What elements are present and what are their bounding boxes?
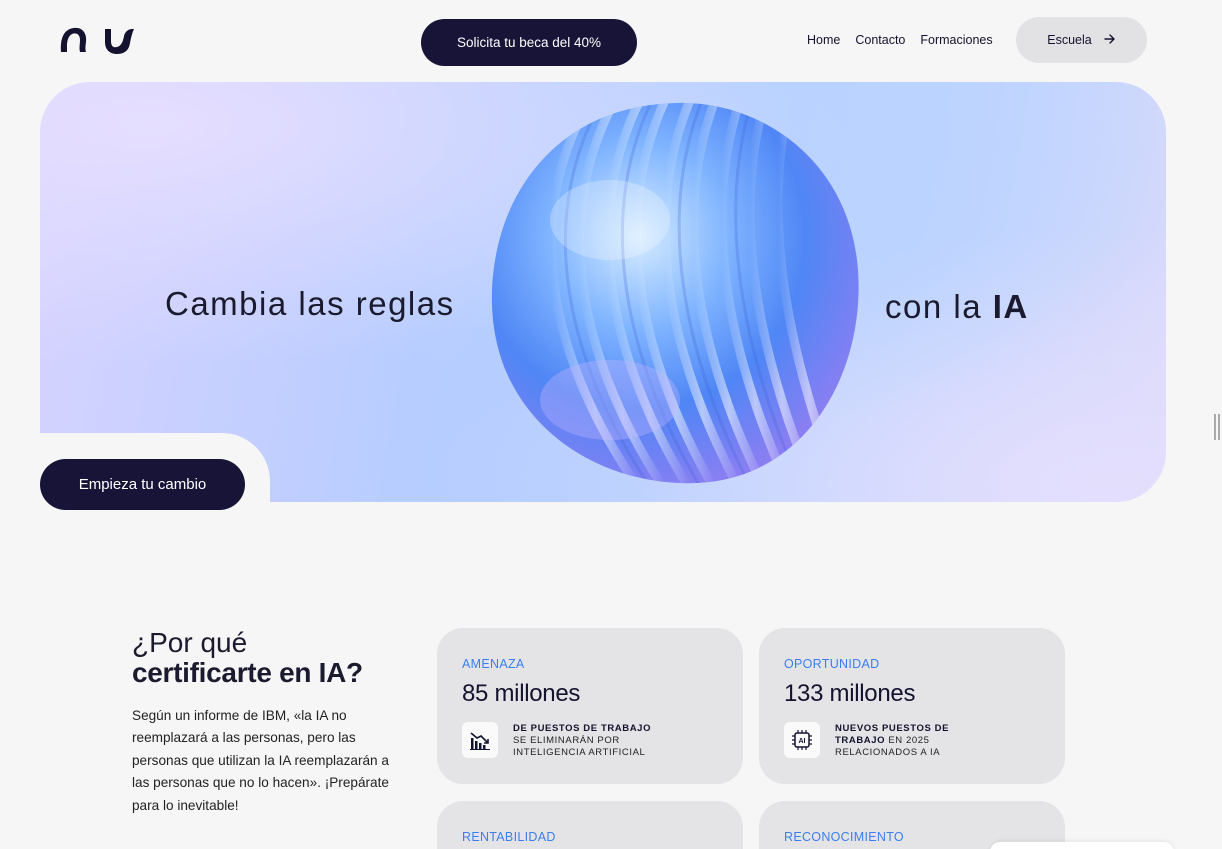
hero-headline-right-prefix: con la bbox=[885, 288, 983, 325]
ai-chip-icon: AI bbox=[784, 722, 820, 758]
nav-contacto[interactable]: Contacto bbox=[855, 33, 905, 47]
scholarship-cta-button[interactable]: Solicita tu beca del 40% bbox=[421, 19, 637, 66]
card-value: 85 millones bbox=[462, 680, 581, 707]
stat-card-oportunidad: OPORTUNIDAD 133 millones AI NUEVOS PUEST… bbox=[759, 628, 1065, 784]
card-desc-rest: SE ELIMINARÁN POR INTELIGENCIA ARTIFICIA… bbox=[513, 735, 646, 758]
why-title-line2: certificarte en IA? bbox=[132, 657, 363, 688]
chart-down-icon bbox=[462, 722, 498, 758]
hero-headline-right-bold: IA bbox=[992, 288, 1029, 325]
why-title-line1: ¿Por qué bbox=[132, 627, 248, 658]
nav-formaciones[interactable]: Formaciones bbox=[920, 33, 992, 47]
stat-card-rentabilidad: RENTABILIDAD bbox=[437, 801, 743, 849]
card-tag: RENTABILIDAD bbox=[462, 830, 556, 844]
card-tag: AMENAZA bbox=[462, 657, 525, 671]
start-change-button[interactable]: Empieza tu cambio bbox=[40, 459, 245, 510]
svg-text:AI: AI bbox=[799, 738, 806, 745]
main-nav: Home Contacto Formaciones bbox=[807, 33, 993, 47]
stat-card-amenaza: AMENAZA 85 millones DE PUESTOS DE TRABAJ… bbox=[437, 628, 743, 784]
escuela-label: Escuela bbox=[1047, 33, 1092, 47]
nav-home[interactable]: Home bbox=[807, 33, 840, 47]
chat-widget[interactable] bbox=[990, 842, 1174, 849]
escuela-button[interactable]: Escuela bbox=[1016, 17, 1147, 63]
hero-headline-left: Cambia las reglas bbox=[165, 285, 455, 322]
card-description: DE PUESTOS DE TRABAJO SE ELIMINARÁN POR … bbox=[513, 723, 653, 759]
scroll-handle[interactable] bbox=[1214, 414, 1220, 440]
card-value: 133 millones bbox=[784, 680, 916, 707]
hero-headline-right: con la IA bbox=[885, 288, 1029, 326]
brand-logo[interactable] bbox=[58, 24, 136, 56]
arrow-right-icon bbox=[1104, 33, 1116, 47]
card-tag: OPORTUNIDAD bbox=[784, 657, 880, 671]
card-desc-bold: DE PUESTOS DE TRABAJO bbox=[513, 723, 652, 734]
card-description: NUEVOS PUESTOS DE TRABAJO EN 2025 RELACI… bbox=[835, 723, 965, 759]
why-section-text: Según un informe de IBM, «la IA no reemp… bbox=[132, 708, 389, 813]
hero-sphere-illustration bbox=[491, 102, 859, 484]
card-tag: RECONOCIMIENTO bbox=[784, 830, 904, 844]
why-section-title: ¿Por qué certificarte en IA? bbox=[132, 628, 363, 688]
